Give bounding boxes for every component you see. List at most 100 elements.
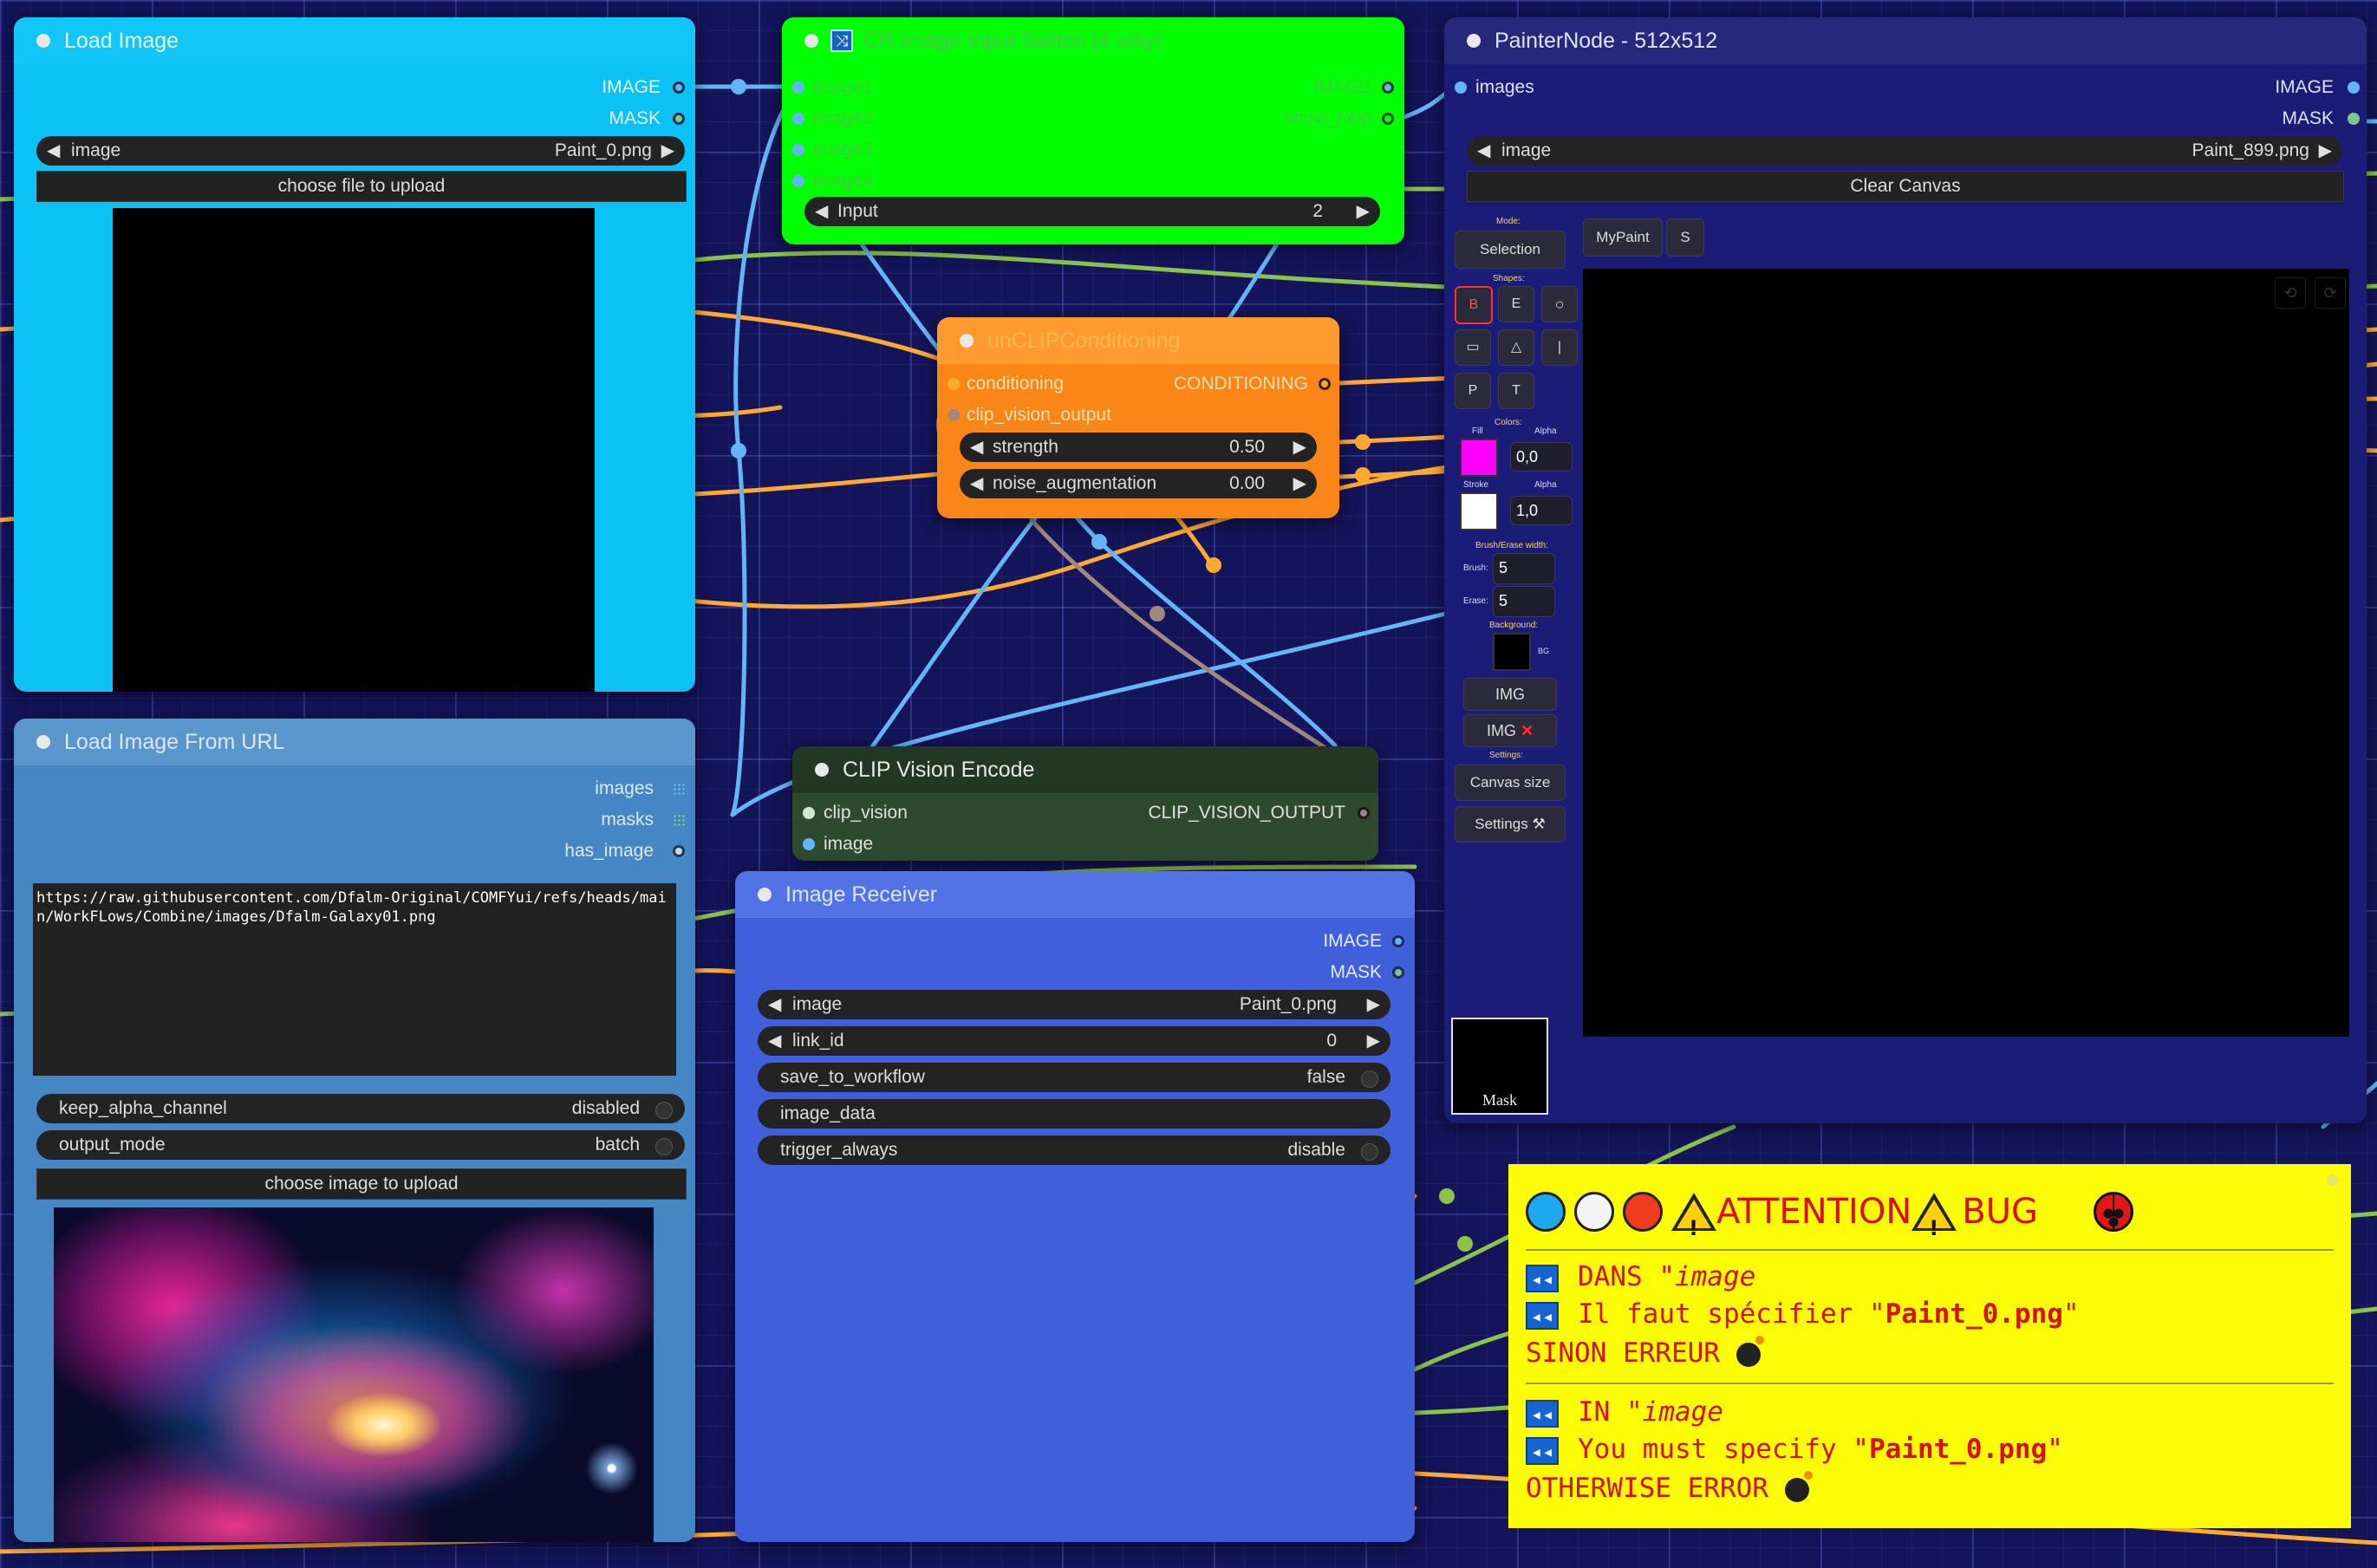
toggle-knob[interactable] bbox=[655, 1138, 673, 1155]
shape-line-button[interactable]: | bbox=[1541, 329, 1578, 366]
input-image4-socket[interactable] bbox=[792, 175, 804, 187]
next-arrow-icon[interactable]: ▶ bbox=[661, 136, 674, 166]
next-arrow-icon[interactable]: ▶ bbox=[2319, 136, 2332, 166]
output-show-help[interactable]: show_help bbox=[1111, 106, 1371, 132]
input-clip-vision-output[interactable]: clip_vision_output bbox=[967, 402, 1111, 428]
attention-note[interactable]: ! ATTENTION! BUG ◂◂ DANS "image ◂◂ Il faut s… bbox=[1508, 1164, 2351, 1528]
collapse-dot[interactable] bbox=[758, 888, 772, 901]
fill-alpha-input[interactable]: 0,0 bbox=[1510, 442, 1573, 472]
next-arrow-icon[interactable]: ▶ bbox=[1293, 469, 1306, 498]
node-title-bar[interactable]: unCLIPConditioning bbox=[937, 317, 1339, 364]
output-image[interactable]: IMAGE bbox=[401, 75, 661, 101]
image-combo[interactable]: ◀ image Paint_0.png ▶ bbox=[36, 136, 685, 166]
mode-select[interactable]: Selection bbox=[1455, 231, 1566, 269]
clear-canvas-button[interactable]: Clear Canvas bbox=[1467, 171, 2344, 202]
output-clip-vision-output[interactable]: CLIP_VISION_OUTPUT bbox=[1068, 800, 1345, 826]
node-title-bar[interactable]: PainterNode - 512x512 bbox=[1444, 17, 2367, 64]
note-resize-icon[interactable] bbox=[2327, 1174, 2339, 1187]
input-image-socket[interactable] bbox=[803, 838, 815, 850]
output-image[interactable]: IMAGE bbox=[1122, 928, 1382, 954]
prev-arrow-icon[interactable]: ◀ bbox=[1477, 136, 1490, 166]
redo-icon[interactable]: ⟳ bbox=[2315, 277, 2346, 309]
input-image3[interactable]: image3 bbox=[813, 137, 873, 163]
stroke-alpha-input[interactable]: 1,0 bbox=[1510, 496, 1573, 525]
output-image-socket[interactable] bbox=[1382, 81, 1394, 94]
input-number-widget[interactable]: ◀ Input 2 ▶ bbox=[804, 197, 1380, 226]
painter-node[interactable]: PainterNode - 512x512 images IMAGE MASK … bbox=[1444, 17, 2367, 1123]
save-to-workflow-toggle[interactable]: save_to_workflow false bbox=[758, 1063, 1390, 1092]
shape-erase-button[interactable]: E bbox=[1498, 286, 1534, 322]
node-title-bar[interactable]: Load Image bbox=[14, 17, 695, 64]
output-images[interactable]: images bbox=[394, 776, 654, 802]
tab-s[interactable]: S bbox=[1666, 218, 1704, 257]
output-conditioning[interactable]: CONDITIONING bbox=[1091, 371, 1308, 397]
link-id-widget[interactable]: ◀ link_id 0 ▶ bbox=[758, 1026, 1390, 1056]
output-has-image[interactable]: has_image bbox=[394, 838, 654, 864]
collapse-dot[interactable] bbox=[815, 763, 829, 777]
output-mask-socket[interactable] bbox=[2348, 113, 2360, 125]
output-clip-vision-output-socket[interactable] bbox=[1358, 807, 1370, 819]
output-mask[interactable]: MASK bbox=[2074, 106, 2334, 132]
output-mode-toggle[interactable]: output_mode batch bbox=[36, 1130, 685, 1160]
next-arrow-icon[interactable]: ▶ bbox=[1367, 1026, 1380, 1056]
shape-circle-button[interactable]: ○ bbox=[1541, 286, 1578, 322]
canvas-size-button[interactable]: Canvas size bbox=[1455, 764, 1566, 801]
collapse-dot[interactable] bbox=[804, 34, 818, 48]
strength-widget[interactable]: ◀ strength 0.50 ▶ bbox=[960, 433, 1317, 462]
brush-width-input[interactable]: 5 bbox=[1493, 553, 1555, 584]
output-masks[interactable]: masks bbox=[394, 807, 654, 833]
image-switch-node[interactable]: ⤨ CR Image Input Switch (4 way) image1 i… bbox=[782, 17, 1404, 244]
output-mask[interactable]: MASK bbox=[1122, 960, 1382, 986]
shape-pencil-button[interactable]: P bbox=[1455, 373, 1491, 409]
input-image[interactable]: image bbox=[824, 831, 873, 857]
remove-image-button[interactable]: IMG ✕ bbox=[1463, 714, 1557, 747]
input-image1-socket[interactable] bbox=[792, 81, 804, 94]
stroke-color-swatch[interactable] bbox=[1460, 492, 1498, 530]
image-combo[interactable]: ◀ image Paint_899.png ▶ bbox=[1467, 136, 2342, 166]
output-has-image-socket[interactable] bbox=[673, 845, 685, 857]
output-image-socket[interactable] bbox=[2348, 81, 2360, 94]
next-arrow-icon[interactable]: ▶ bbox=[1367, 990, 1380, 1019]
unclip-conditioning-node[interactable]: unCLIPConditioning conditioning clip_vis… bbox=[937, 317, 1339, 518]
output-mask-socket[interactable] bbox=[673, 113, 685, 125]
toggle-knob[interactable] bbox=[1361, 1070, 1378, 1088]
prev-arrow-icon[interactable]: ◀ bbox=[47, 136, 60, 166]
tab-mypaint[interactable]: MyPaint bbox=[1583, 218, 1663, 257]
input-conditioning-socket[interactable] bbox=[948, 378, 960, 390]
noise-augmentation-widget[interactable]: ◀ noise_augmentation 0.00 ▶ bbox=[960, 469, 1317, 498]
output-image[interactable]: IMAGE bbox=[1111, 75, 1371, 101]
output-image[interactable]: IMAGE bbox=[2074, 75, 2334, 101]
node-title-bar[interactable]: ⤨ CR Image Input Switch (4 way) bbox=[782, 17, 1404, 64]
collapse-dot[interactable] bbox=[1467, 34, 1481, 48]
output-conditioning-socket[interactable] bbox=[1319, 378, 1331, 390]
output-mask-socket[interactable] bbox=[1392, 966, 1404, 979]
erase-width-input[interactable]: 5 bbox=[1493, 586, 1555, 617]
image-receiver-node[interactable]: Image Receiver IMAGE MASK ◀ image Paint_… bbox=[735, 871, 1415, 1542]
input-images-socket[interactable] bbox=[1455, 81, 1467, 94]
input-clip-vision-socket[interactable] bbox=[803, 807, 815, 819]
choose-file-button[interactable]: choose file to upload bbox=[36, 171, 687, 202]
input-clip-vision-output-socket[interactable] bbox=[948, 409, 960, 421]
shape-text-button[interactable]: T bbox=[1498, 373, 1534, 409]
input-image1[interactable]: image1 bbox=[813, 75, 873, 101]
shape-brush-button[interactable]: B bbox=[1455, 286, 1493, 324]
prev-arrow-icon[interactable]: ◀ bbox=[815, 197, 828, 226]
next-arrow-icon[interactable]: ▶ bbox=[1357, 197, 1370, 226]
prev-arrow-icon[interactable]: ◀ bbox=[768, 990, 781, 1019]
toggle-knob[interactable] bbox=[655, 1102, 673, 1119]
choose-image-button[interactable]: choose image to upload bbox=[36, 1168, 687, 1200]
shape-rect-button[interactable]: ▭ bbox=[1455, 329, 1491, 366]
load-image-node[interactable]: Load Image IMAGE MASK ◀ image Paint_0.pn… bbox=[14, 17, 695, 692]
input-clip-vision[interactable]: clip_vision bbox=[824, 800, 908, 826]
keep-alpha-toggle[interactable]: keep_alpha_channel disabled bbox=[36, 1094, 685, 1123]
settings-button[interactable]: Settings ⚒ bbox=[1455, 806, 1566, 843]
load-image-button[interactable]: IMG bbox=[1463, 678, 1557, 711]
input-image4[interactable]: image4 bbox=[813, 168, 873, 194]
clip-vision-encode-node[interactable]: CLIP Vision Encode clip_vision image CLI… bbox=[792, 746, 1378, 861]
output-image-socket[interactable] bbox=[1392, 935, 1404, 947]
input-image3-socket[interactable] bbox=[792, 144, 804, 156]
output-mask[interactable]: MASK bbox=[401, 106, 661, 132]
toggle-knob[interactable] bbox=[1361, 1143, 1378, 1161]
collapse-dot[interactable] bbox=[960, 334, 974, 348]
prev-arrow-icon[interactable]: ◀ bbox=[970, 469, 983, 498]
